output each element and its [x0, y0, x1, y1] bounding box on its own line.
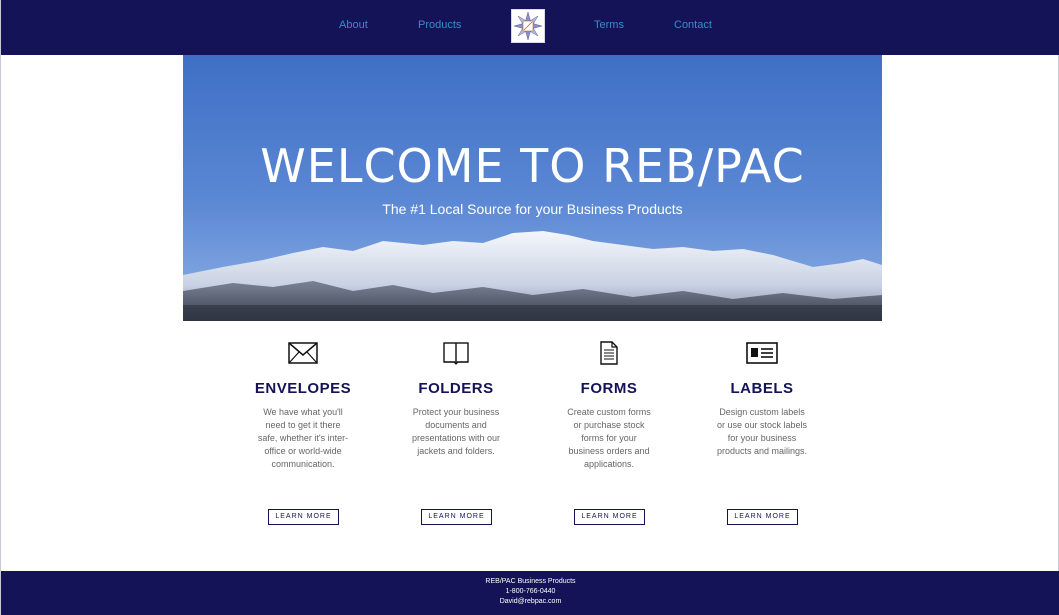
product-card-envelopes: ENVELOPES We have what you'll need to ge… — [238, 340, 368, 525]
nav-link-contact[interactable]: Contact — [674, 18, 712, 32]
learn-more-button-forms[interactable]: LEARN MORE — [574, 509, 645, 525]
learn-more-button-labels[interactable]: LEARN MORE — [727, 509, 798, 525]
card-title: ENVELOPES — [254, 380, 352, 397]
learn-more-button-envelopes[interactable]: LEARN MORE — [268, 509, 339, 525]
footer-company: REB/PAC Business Products — [485, 578, 576, 585]
label-card-icon — [746, 342, 778, 364]
top-nav-bar: About Products Terms Contact — [1, 0, 1059, 55]
footer-phone: 1-800-766-0440 — [505, 588, 556, 595]
nav-link-terms[interactable]: Terms — [594, 18, 624, 32]
hero-subtitle: The #1 Local Source for your Business Pr… — [382, 201, 683, 217]
document-icon — [600, 341, 618, 365]
envelope-icon — [288, 342, 318, 364]
footer-email-link[interactable]: David@rebpac.com — [1, 597, 1059, 607]
hero-title: WELCOME TO REB/PAC — [260, 139, 805, 193]
card-description: We have what you'll need to get it there… — [257, 407, 349, 469]
product-card-folders: FOLDERS Protect your business documents … — [391, 340, 521, 525]
product-card-forms: FORMS Create custom forms or purchase st… — [544, 340, 674, 525]
footer: REB/PAC Business Products 1-800-766-0440… — [1, 571, 1059, 615]
nav-link-products[interactable]: Products — [418, 18, 461, 32]
card-title: FORMS — [580, 380, 638, 397]
product-card-labels: LABELS Design custom labels or use our s… — [697, 340, 827, 525]
card-title: LABELS — [730, 380, 794, 397]
nav-link-about[interactable]: About — [339, 18, 368, 32]
card-title: FOLDERS — [418, 380, 494, 397]
card-description: Protect your business documents and pres… — [411, 407, 501, 456]
card-description: Create custom forms or purchase stock fo… — [567, 407, 651, 469]
rebpac-star-logo-icon[interactable] — [511, 9, 545, 43]
book-icon — [443, 342, 469, 365]
hero-banner: WELCOME TO REB/PAC The #1 Local Source f… — [183, 55, 882, 321]
learn-more-button-folders[interactable]: LEARN MORE — [421, 509, 492, 525]
card-description: Design custom labels or use our stock la… — [716, 407, 808, 456]
